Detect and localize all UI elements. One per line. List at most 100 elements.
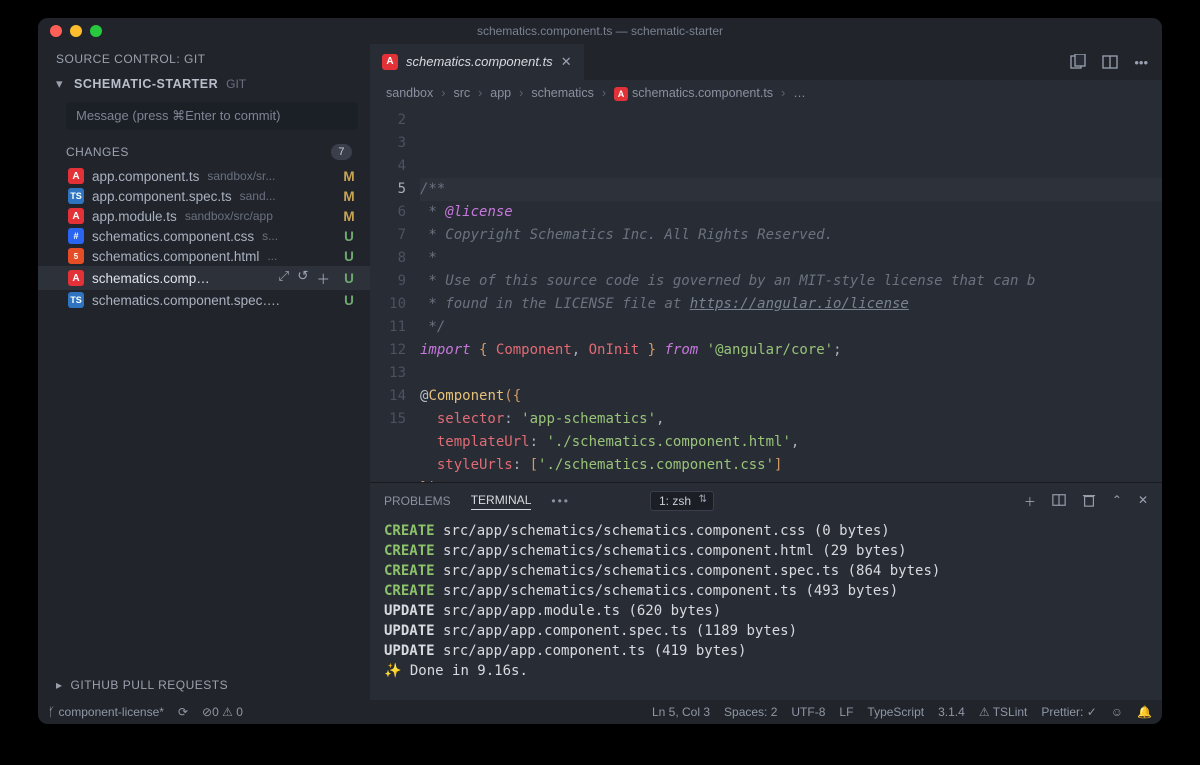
chevron-right-icon: › [602,86,606,100]
tab-label: schematics.component.ts [406,54,553,69]
change-item[interactable]: TS schematics.component.spec…. U [38,290,370,310]
change-item[interactable]: # schematics.component.css s... U [38,226,370,246]
open-changes-icon[interactable] [1070,54,1086,70]
changes-header[interactable]: CHANGES 7 [38,138,370,166]
ts-icon: TS [68,292,84,308]
window-controls [38,25,102,37]
status-bell-icon[interactable]: 🔔 [1137,705,1152,719]
breadcrumb-segment[interactable]: … [793,86,806,100]
panel-tab-problems[interactable]: PROBLEMS [384,494,451,508]
terminal-selector[interactable]: 1: zsh [650,491,714,511]
stage-change-icon[interactable]: ＋ [317,268,331,288]
change-item[interactable]: Aapp.module.tssandbox/src/appM [38,206,370,226]
change-item[interactable]: TSapp.component.spec.tssand...M [38,186,370,206]
breadcrumb[interactable]: sandbox › src › app › schematics › Aschematics.c… [370,80,1162,107]
file-status: U [342,271,356,286]
github-pr-header[interactable]: ▸ GITHUB PULL REQUESTS [38,670,370,700]
warning-icon: ⚠ [222,705,236,719]
status-branch[interactable]: ᚶ component-license* [48,705,164,719]
commit-message-input[interactable]: Message (press ⌘Enter to commit) [66,102,358,130]
status-sync-icon[interactable]: ⟳ [178,705,188,719]
repo-vcs: GIT [226,77,246,91]
new-terminal-icon[interactable]: ＋ [1024,493,1036,510]
status-tslint[interactable]: ⚠ TSLint [979,705,1028,719]
vscode-window: schematics.component.ts — schematic-star… [38,18,1162,724]
chevron-right-icon: › [781,86,785,100]
breadcrumb-segment[interactable]: Aschematics.component.ts [614,86,773,101]
status-prettier[interactable]: Prettier: ✓ [1041,705,1096,719]
chevron-right-icon: › [441,86,445,100]
changes-list: Aapp.component.ts sandbox/sr... M TS app.com… [38,166,370,310]
file-name: schematics.component.spec…. [92,293,280,308]
angular-icon: A [382,54,398,70]
panel-tabs: PROBLEMS TERMINAL ••• 1: zsh ＋ ⌃ ✕ [370,483,1162,517]
status-problems[interactable]: ⊘0 ⚠ 0 [202,705,243,719]
breadcrumb-segment[interactable]: src [453,86,470,100]
change-item[interactable]: 5schematics.component.html...U [38,246,370,266]
discard-changes-icon[interactable]: ↺ [297,268,308,288]
status-feedback-icon[interactable]: ☺ [1111,705,1123,719]
status-encoding[interactable]: UTF-8 [791,705,825,719]
breadcrumb-segment[interactable]: sandbox [386,86,433,100]
file-name: schematics.component.css [92,229,254,244]
ts-icon: TS [68,188,84,204]
file-name: app.module.ts [92,209,177,224]
minimize-window-button[interactable] [70,25,82,37]
code-content[interactable]: /** * @license * Copyright Schematics In… [420,107,1162,482]
status-eol[interactable]: LF [839,705,853,719]
file-name: app.component.spec.ts [92,189,232,204]
file-path: sandbox/src/app [185,209,273,223]
file-path: s... [262,229,278,243]
close-window-button[interactable] [50,25,62,37]
panel-more-icon[interactable]: ••• [551,494,570,508]
file-status: U [342,249,356,264]
repo-header[interactable]: ▾ SCHEMATIC-STARTER GIT [38,72,370,96]
breadcrumb-segment[interactable]: app [490,86,511,100]
split-terminal-icon[interactable] [1052,493,1066,510]
css-icon: # [68,228,84,244]
chevron-right-icon: › [519,86,523,100]
ang-icon: A [68,168,84,184]
html-icon: 5 [68,248,84,264]
warning-icon: ⚠ [979,705,993,719]
ang-icon: A [68,208,84,224]
scm-panel-title: SOURCE CONTROL: GIT [38,44,370,72]
file-name: app.component.ts [92,169,199,184]
status-spaces[interactable]: Spaces: 2 [724,705,777,719]
file-path: ... [267,249,277,263]
status-lncol[interactable]: Ln 5, Col 3 [652,705,710,719]
tab-bar: A schematics.component.ts ✕ ••• [370,44,1162,80]
editor-pane: A schematics.component.ts ✕ ••• sandbox ›… [370,44,1162,700]
more-actions-icon[interactable]: ••• [1134,55,1148,70]
maximize-panel-icon[interactable]: ⌃ [1112,493,1122,510]
file-name: schematics.comp… [92,271,210,286]
breadcrumb-segment[interactable]: schematics [531,86,594,100]
close-tab-icon[interactable]: ✕ [561,54,572,70]
file-status: M [342,189,356,204]
panel-tab-terminal[interactable]: TERMINAL [471,493,532,510]
terminal-output[interactable]: CREATE src/app/schematics/schematics.com… [370,517,1162,700]
tab-actions: ••• [1070,44,1162,80]
change-item[interactable]: Aschematics.comp…⤢↺＋U [38,266,370,290]
open-file-icon[interactable]: ⤢ [278,268,289,288]
change-item[interactable]: Aapp.component.ts sandbox/sr... M [38,166,370,186]
error-icon: ⊘ [202,705,212,719]
split-editor-icon[interactable] [1102,54,1118,70]
close-panel-icon[interactable]: ✕ [1138,493,1148,510]
status-ts-version[interactable]: 3.1.4 [938,705,965,719]
tab-file[interactable]: A schematics.component.ts ✕ [370,44,584,80]
zoom-window-button[interactable] [90,25,102,37]
status-language[interactable]: TypeScript [867,705,924,719]
window-title: schematics.component.ts — schematic-star… [38,24,1162,38]
file-status: M [342,169,356,184]
git-branch-icon: ᚶ [48,705,55,719]
line-gutter: 23456789101112131415 [370,107,420,482]
bottom-panel: PROBLEMS TERMINAL ••• 1: zsh ＋ ⌃ ✕ [370,482,1162,700]
file-path: sandbox/sr... [207,169,275,183]
file-status: U [342,229,356,244]
kill-terminal-icon[interactable] [1082,493,1096,510]
code-editor[interactable]: 23456789101112131415 /** * @license * Co… [370,107,1162,482]
file-status: U [342,293,356,308]
titlebar[interactable]: schematics.component.ts — schematic-star… [38,18,1162,44]
sidebar: SOURCE CONTROL: GIT ▾ SCHEMATIC-STARTER … [38,44,370,700]
